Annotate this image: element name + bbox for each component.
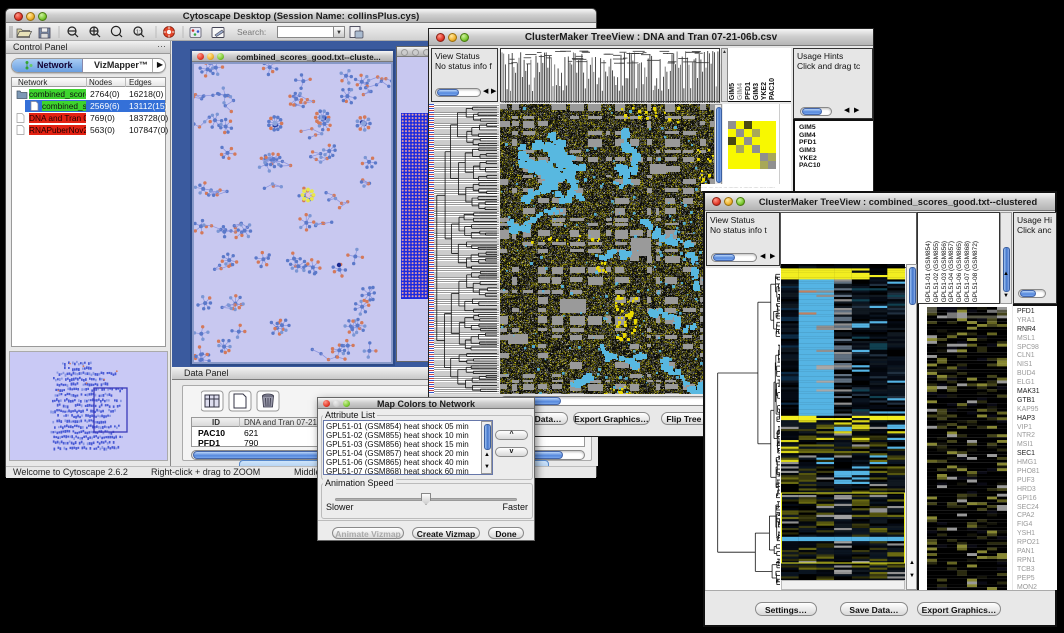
svg-text:Search:: Search: bbox=[237, 27, 266, 37]
svg-text:1:1: 1:1 bbox=[136, 30, 143, 36]
